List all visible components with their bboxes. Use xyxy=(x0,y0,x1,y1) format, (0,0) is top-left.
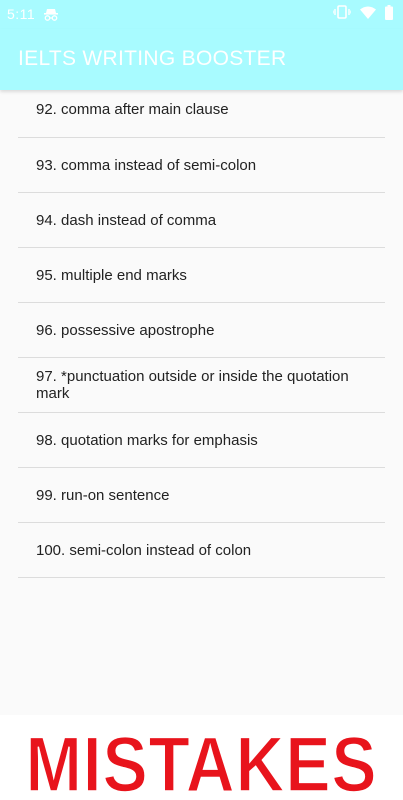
banner-ad[interactable]: MISTAKES MISTAKES xyxy=(0,715,403,800)
list-item[interactable]: 99. run-on sentence xyxy=(18,468,385,523)
list-item[interactable]: 96. possessive apostrophe xyxy=(18,303,385,358)
status-bar: 5:11 xyxy=(0,0,403,29)
list-item[interactable]: 94. dash instead of comma xyxy=(18,193,385,248)
status-icons xyxy=(332,4,393,25)
list-item[interactable]: 92. comma after main clause xyxy=(18,83,385,138)
list-item[interactable]: 93. comma instead of semi-colon xyxy=(18,138,385,193)
status-time: 5:11 xyxy=(7,6,36,22)
incognito-icon xyxy=(44,8,58,21)
app-screen: 5:11 IELTS WRITING BOOSTER 92. comma aft… xyxy=(0,0,403,800)
banner-text-inline: MISTAKES xyxy=(26,720,378,800)
list-item[interactable]: 95. multiple end marks xyxy=(18,248,385,303)
app-title: IELTS WRITING BOOSTER xyxy=(18,47,287,70)
list-item[interactable]: 100. semi-colon instead of colon xyxy=(18,523,385,578)
app-bar: IELTS WRITING BOOSTER xyxy=(0,29,403,90)
vibrate-icon xyxy=(332,5,352,24)
wifi-icon xyxy=(360,6,376,24)
mistakes-list: 92. comma after main clause 93. comma in… xyxy=(0,83,403,578)
battery-icon xyxy=(385,4,393,25)
list-item[interactable]: 97. *punctuation outside or inside the q… xyxy=(18,358,385,413)
list-item[interactable]: 98. quotation marks for emphasis xyxy=(18,413,385,468)
